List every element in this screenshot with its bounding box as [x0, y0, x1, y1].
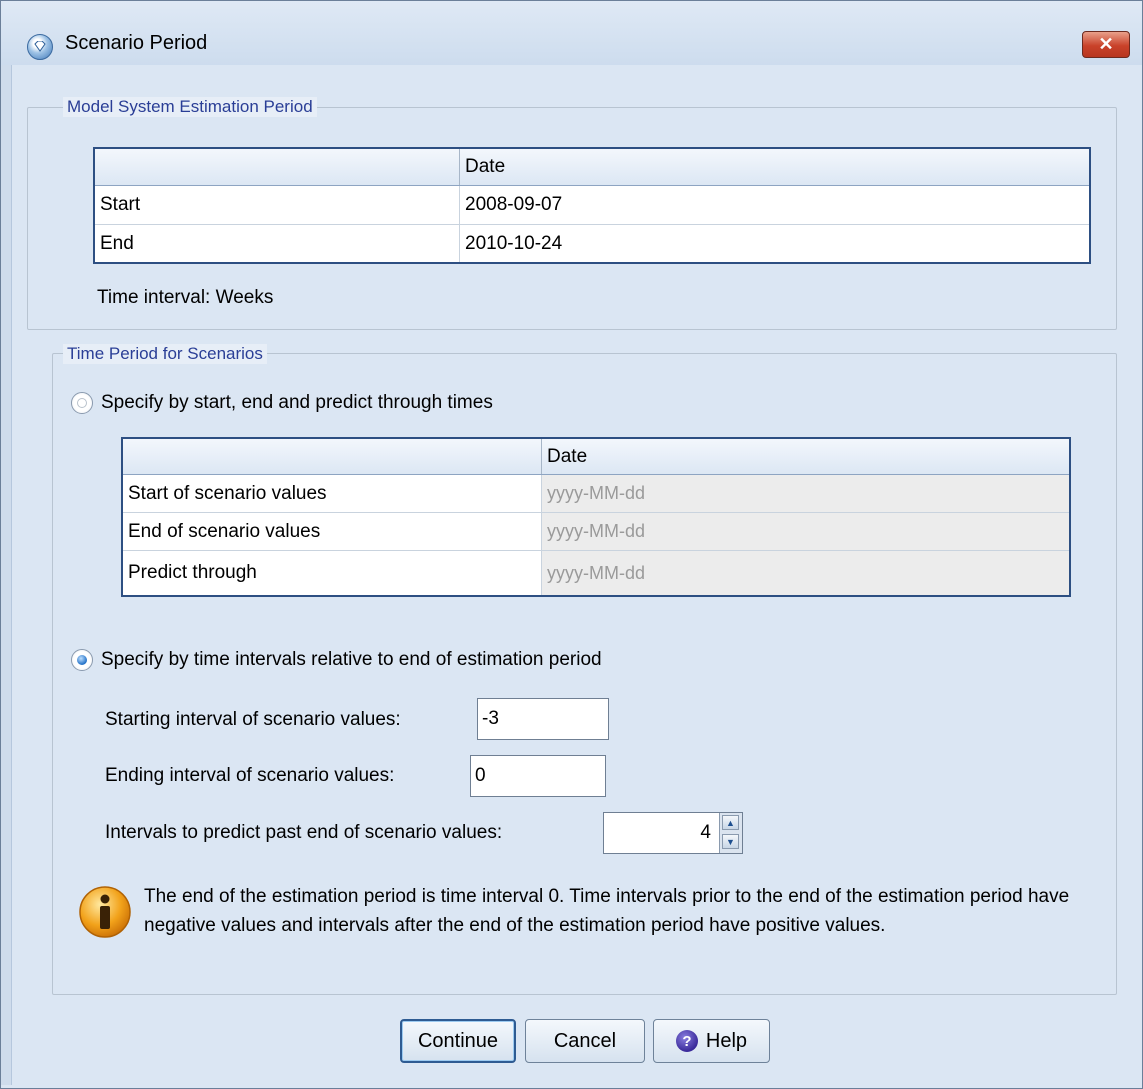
header-date: Date: [459, 149, 1089, 185]
header-label-cell: [123, 439, 541, 474]
cancel-button[interactable]: Cancel: [525, 1019, 645, 1063]
predict-intervals-label: Intervals to predict past end of scenari…: [105, 822, 503, 843]
row-label: Start of scenario values: [128, 482, 327, 504]
row-date-disabled: yyyy-MM-dd: [541, 475, 1069, 512]
time-interval-text: Time interval: Weeks: [97, 287, 274, 308]
scenario-period-dialog: Scenario Period ✕ Model System Estimatio…: [0, 0, 1143, 1089]
scenario-period-legend: Time Period for Scenarios: [63, 344, 267, 364]
spinner-down-icon[interactable]: ▼: [722, 834, 739, 849]
table-row[interactable]: Start 2008-09-07: [95, 186, 1089, 225]
scenario-dates-table: Date Start of scenario values yyyy-MM-dd…: [121, 437, 1071, 597]
close-icon: ✕: [1098, 34, 1114, 54]
info-note: The end of the estimation period is time…: [144, 886, 1070, 936]
row-label: Predict through: [128, 562, 257, 583]
row-label: Start: [100, 194, 141, 215]
row-date[interactable]: 2010-10-24: [459, 225, 1089, 262]
row-label: End: [100, 232, 134, 254]
specify-intervals-radio[interactable]: [71, 649, 93, 671]
info-icon: [79, 886, 131, 938]
header-date: Date: [541, 439, 1069, 474]
table-row: Start of scenario values yyyy-MM-dd: [123, 475, 1069, 513]
specify-intervals-label[interactable]: Specify by time intervals relative to en…: [101, 649, 602, 671]
row-date-disabled: yyyy-MM-dd: [541, 513, 1069, 550]
starting-interval-input[interactable]: -3: [477, 698, 609, 740]
help-button-label: Help: [705, 1029, 748, 1052]
window-left-edge: [1, 65, 12, 1085]
app-icon: [27, 34, 53, 60]
starting-interval-label: Starting interval of scenario values:: [105, 709, 401, 730]
table-row[interactable]: End 2010-10-24: [95, 225, 1089, 262]
table-header: Date: [95, 149, 1089, 186]
estimation-period-table: Date Start 2008-09-07 End 2010-10-24: [93, 147, 1091, 264]
ending-interval-input[interactable]: 0: [470, 755, 606, 797]
close-button[interactable]: ✕: [1082, 31, 1130, 58]
window-title: Scenario Period: [65, 32, 208, 54]
row-date-disabled: yyyy-MM-dd: [541, 551, 1069, 595]
title-bar: Scenario Period ✕: [1, 1, 1142, 65]
ending-interval-label: Ending interval of scenario values:: [105, 765, 395, 786]
specify-dates-label[interactable]: Specify by start, end and predict throug…: [101, 392, 493, 414]
spinner-up-icon[interactable]: ▲: [722, 815, 739, 830]
estimation-period-legend: Model System Estimation Period: [63, 97, 317, 117]
table-row: End of scenario values yyyy-MM-dd: [123, 513, 1069, 551]
specify-dates-radio[interactable]: [71, 392, 93, 414]
help-icon: ?: [675, 1030, 698, 1052]
spinner-buttons[interactable]: ▲ ▼: [719, 813, 742, 853]
help-button[interactable]: ? Help: [653, 1019, 770, 1063]
table-row: Predict through yyyy-MM-dd: [123, 551, 1069, 595]
continue-button[interactable]: Continue: [400, 1019, 516, 1063]
table-header: Date: [123, 439, 1069, 475]
row-label: End of scenario values: [128, 520, 321, 542]
header-label-cell: [95, 149, 459, 185]
row-date[interactable]: 2008-09-07: [459, 186, 1089, 224]
